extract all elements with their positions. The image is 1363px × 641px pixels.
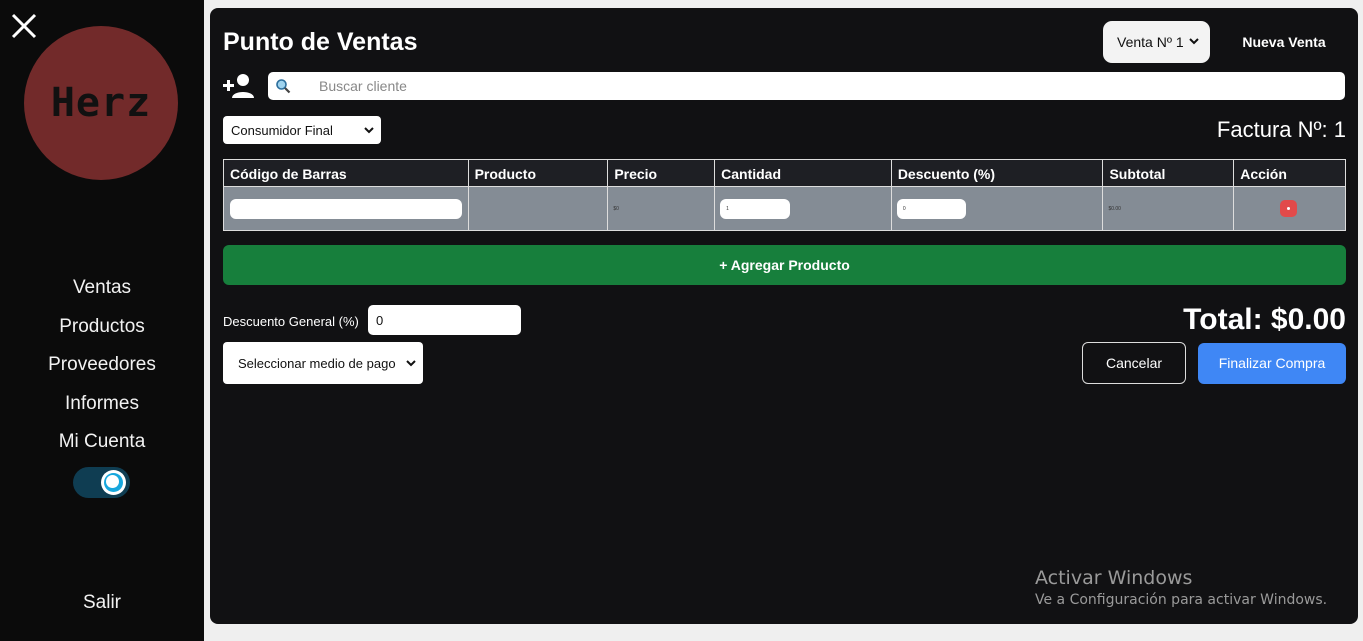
search-input[interactable]: Buscar cliente bbox=[319, 78, 407, 94]
theme-toggle[interactable] bbox=[73, 467, 130, 498]
windows-watermark-title: Activar Windows bbox=[1035, 567, 1193, 589]
header-discount: Descuento (%) bbox=[892, 160, 1104, 186]
header-barcode: Código de Barras bbox=[224, 160, 469, 186]
header-product: Producto bbox=[469, 160, 609, 186]
logo-text: Herz bbox=[50, 80, 152, 126]
logo: Herz bbox=[24, 26, 178, 180]
sidebar: Herz Ventas Productos Proveedores Inform… bbox=[0, 0, 204, 641]
client-type-value: Consumidor Final bbox=[231, 123, 333, 138]
search-icon bbox=[276, 79, 291, 94]
table-header: Código de Barras Producto Precio Cantida… bbox=[223, 159, 1346, 187]
add-product-button[interactable]: + Agregar Producto bbox=[223, 245, 1346, 285]
table-row: $0 1 0 $0.00 bbox=[223, 187, 1346, 231]
nav-item-proveedores[interactable]: Proveedores bbox=[48, 347, 156, 386]
products-table: Código de Barras Producto Precio Cantida… bbox=[223, 159, 1346, 231]
page-title: Punto de Ventas bbox=[223, 28, 418, 56]
client-type-select[interactable]: Consumidor Final bbox=[223, 116, 381, 144]
cancel-button[interactable]: Cancelar bbox=[1082, 342, 1186, 384]
main-panel: Punto de Ventas Venta Nº 1 Nueva Venta B… bbox=[210, 8, 1358, 624]
header-subtotal: Subtotal bbox=[1103, 160, 1235, 186]
payment-method-value: Seleccionar medio de pago bbox=[238, 356, 396, 371]
new-sale-button[interactable]: Nueva Venta bbox=[1228, 34, 1340, 50]
chevron-down-icon bbox=[406, 360, 416, 367]
nav-item-informes[interactable]: Informes bbox=[65, 386, 139, 425]
subtotal-value: $0.00 bbox=[1108, 206, 1121, 212]
invoice-number: Factura Nº: 1 bbox=[1216, 117, 1346, 142]
header-price: Precio bbox=[608, 160, 716, 186]
chevron-down-icon bbox=[1189, 38, 1199, 45]
add-user-icon[interactable] bbox=[223, 73, 255, 99]
discount-input[interactable]: 0 bbox=[896, 199, 966, 219]
moon-icon bbox=[101, 470, 126, 495]
remove-item-button[interactable] bbox=[1280, 200, 1298, 217]
nav-item-ventas[interactable]: Ventas bbox=[73, 270, 131, 309]
client-search[interactable]: Buscar cliente bbox=[268, 72, 1345, 100]
finish-purchase-button[interactable]: Finalizar Compra bbox=[1198, 343, 1346, 384]
quantity-input[interactable]: 1 bbox=[720, 199, 791, 219]
price-value: $0 bbox=[613, 206, 619, 212]
nav-item-productos[interactable]: Productos bbox=[59, 309, 145, 348]
sale-selector[interactable]: Venta Nº 1 bbox=[1103, 21, 1210, 63]
sale-selector-value: Venta Nº 1 bbox=[1117, 34, 1184, 50]
total-amount: Total: $0.00 bbox=[1183, 303, 1346, 336]
general-discount-label: Descuento General (%) bbox=[223, 314, 359, 329]
close-icon[interactable] bbox=[10, 12, 38, 40]
header-action: Acción bbox=[1240, 166, 1287, 182]
windows-watermark-subtitle: Ve a Configuración para activar Windows. bbox=[1035, 592, 1328, 608]
barcode-input[interactable] bbox=[230, 199, 462, 219]
nav-item-mi-cuenta[interactable]: Mi Cuenta bbox=[59, 424, 146, 463]
general-discount-input[interactable]: 0 bbox=[368, 305, 521, 335]
nav-menu: Ventas Productos Proveedores Informes Mi… bbox=[0, 270, 204, 463]
chevron-down-icon bbox=[364, 127, 374, 134]
payment-method-select[interactable]: Seleccionar medio de pago bbox=[223, 342, 423, 384]
header-quantity: Cantidad bbox=[715, 160, 892, 186]
logout-link[interactable]: Salir bbox=[0, 592, 204, 614]
